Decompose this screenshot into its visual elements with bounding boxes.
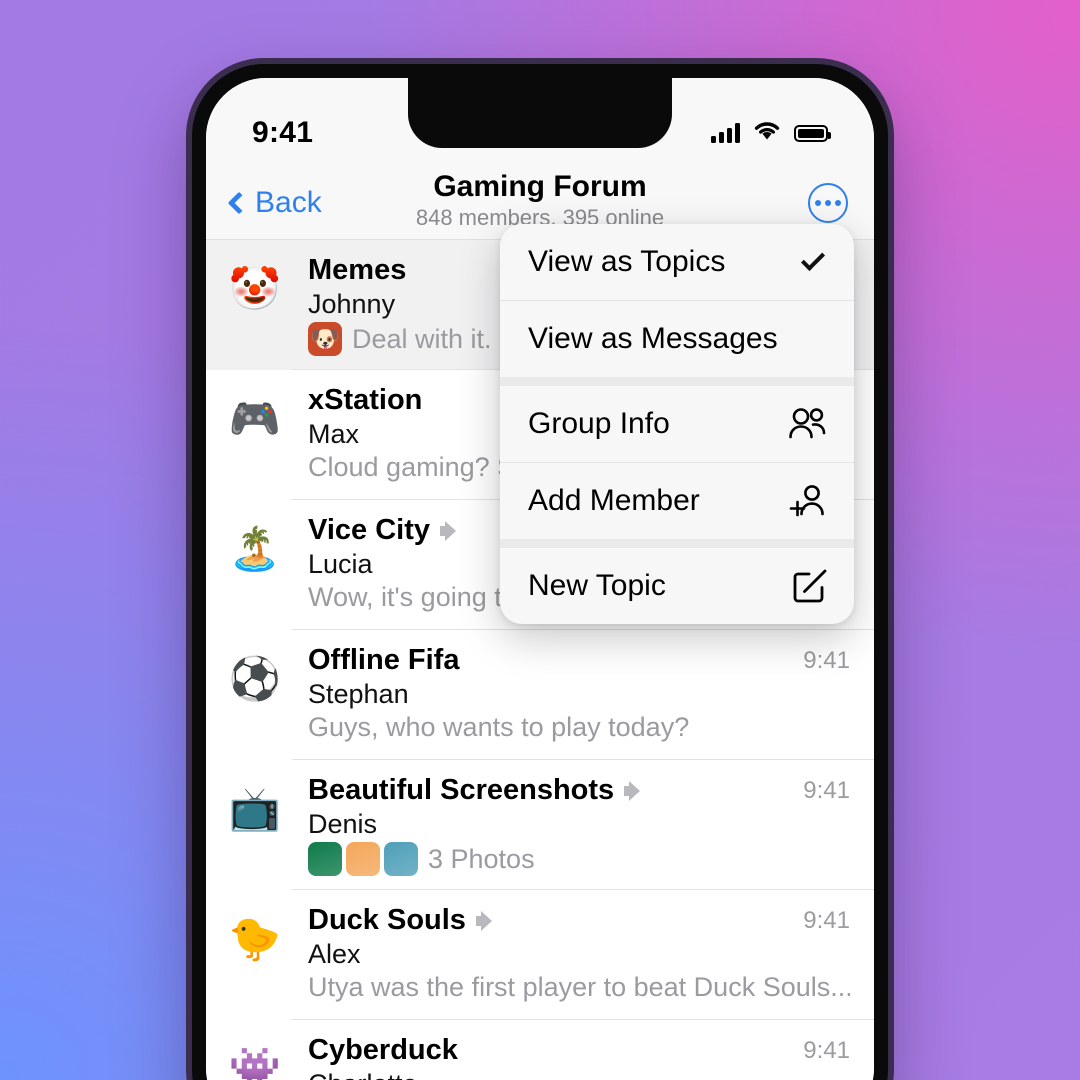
chat-list-row[interactable]: 📺 Beautiful Screenshots 9:41 Denis 3 Photos: [206, 760, 874, 890]
back-button[interactable]: Back: [227, 185, 322, 220]
chat-row-topline: Beautiful Screenshots 9:41: [308, 774, 850, 807]
chat-row-preview-text: Wow, it's going to: [308, 582, 517, 612]
chat-row-preview-text: Deal with it.: [352, 323, 492, 354]
menu-group-gap: [500, 539, 854, 548]
chat-list-row[interactable]: 🐤 Duck Souls 9:41 Alex Utya was the first pl…: [206, 890, 874, 1020]
menu-group-gap: [500, 377, 854, 386]
chat-row-body: Duck Souls 9:41 Alex Utya was the first pla…: [286, 904, 850, 1003]
chat-list-row[interactable]: ⚽ Offline Fifa 9:41 Stephan Guys, who wants …: [206, 630, 874, 760]
back-button-label: Back: [255, 185, 322, 219]
preview-thumbnail: 🐶: [308, 322, 342, 356]
chat-row-preview: 3 Photos: [308, 842, 850, 876]
chat-row-title: Offline Fifa: [308, 644, 460, 676]
chevron-left-icon: [227, 191, 251, 214]
chat-row-topline: Duck Souls 9:41: [308, 904, 850, 937]
photo-thumbnail: [346, 842, 380, 876]
menu-item-label: Group Info: [528, 407, 670, 440]
chat-list-row[interactable]: 👾 Cyberduck 9:41 Charlotte: [206, 1020, 874, 1080]
chat-row-avatar-emoji: 🎮: [228, 394, 282, 443]
phone-screen: 9:41 Back Gaming Forum 848 members, 395 …: [206, 78, 874, 1080]
chat-row-title: Memes: [308, 254, 407, 286]
phone-bezel: 9:41 Back Gaming Forum 848 members, 395 …: [192, 64, 888, 1080]
context-menu: View as Topics View as Messages Group Info…: [500, 224, 854, 624]
chat-row-topline: Cyberduck 9:41: [308, 1034, 850, 1067]
chat-row-topline: Offline Fifa 9:41: [308, 644, 850, 677]
wifi-icon: [753, 120, 781, 146]
menu-item-new-topic[interactable]: New Topic: [500, 548, 854, 624]
menu-item-label: New Topic: [528, 569, 666, 602]
chat-row-avatar-emoji: 🏝️: [228, 524, 282, 573]
chat-row-sender: Stephan: [308, 679, 409, 709]
more-ellipsis-icon[interactable]: [808, 182, 848, 223]
chat-row-avatar-emoji: 🤡: [228, 264, 282, 313]
chat-row-title: Vice City: [308, 514, 430, 546]
people-icon: [788, 407, 828, 441]
chat-row-preview-text: Cloud gaming? Se: [308, 452, 531, 482]
chat-row-title: Beautiful Screenshots: [308, 774, 615, 806]
muted-icon: [475, 910, 498, 931]
menu-item-view-as-topics[interactable]: View as Topics: [500, 224, 854, 300]
chat-row-sender: Denis: [308, 809, 378, 839]
chat-row-preview: Guys, who wants to play today?: [308, 712, 850, 743]
photo-thumbnail: [384, 842, 418, 876]
chat-row-title: Cyberduck: [308, 1034, 458, 1066]
chat-row-body: Cyberduck 9:41 Charlotte: [286, 1034, 850, 1080]
menu-item-add-member[interactable]: Add Member: [500, 463, 854, 539]
chat-row-timestamp: 9:41: [803, 906, 850, 934]
photo-thumbnail-strip: [308, 842, 418, 876]
compose-pencil-icon: [792, 568, 828, 604]
cellular-signal-icon: [711, 123, 740, 143]
chat-row-avatar-emoji: 🐤: [228, 914, 282, 963]
menu-item-trailing: [788, 484, 828, 518]
muted-icon: [624, 780, 646, 801]
chat-row-title: Duck Souls: [308, 904, 466, 936]
chat-row-preview: Utya was the first player to beat Duck S…: [308, 972, 850, 1003]
person-add-icon: [788, 484, 828, 518]
check-icon: [800, 246, 826, 272]
chat-row-preview-text: Utya was the first player to beat Duck S…: [308, 972, 850, 1002]
menu-item-label: View as Messages: [528, 322, 778, 355]
menu-item-trailing: [800, 246, 828, 272]
chat-row-avatar-emoji: 👾: [228, 1044, 282, 1080]
status-bar-indicators: [711, 120, 831, 146]
phone-frame: 9:41 Back Gaming Forum 848 members, 395 …: [186, 58, 894, 1080]
chat-row-body: Offline Fifa 9:41 Stephan Guys, who wants t…: [286, 644, 850, 743]
chat-row-body: Beautiful Screenshots 9:41 Denis 3 Photos: [286, 774, 850, 876]
chat-row-sender: Charlotte: [308, 1069, 850, 1080]
chat-row-timestamp: 9:41: [803, 1036, 850, 1064]
phone-notch: [408, 78, 672, 148]
chat-row-timestamp: 9:41: [803, 776, 850, 804]
menu-item-view-as-messages[interactable]: View as Messages: [500, 301, 854, 377]
chat-row-sender: Alex: [308, 939, 361, 969]
chat-row-preview-text: 3 Photos: [428, 843, 535, 874]
menu-item-label: View as Topics: [528, 245, 726, 278]
chat-row-timestamp: 9:41: [803, 646, 850, 674]
menu-item-group-info[interactable]: Group Info: [500, 386, 854, 462]
status-bar-time: 9:41: [252, 116, 314, 149]
chat-row-avatar-emoji: ⚽: [228, 654, 282, 703]
menu-item-label: Add Member: [528, 484, 700, 517]
photo-thumbnail: [308, 842, 342, 876]
muted-icon: [439, 520, 462, 541]
chat-row-preview-text: Guys, who wants to play today?: [308, 712, 690, 742]
menu-item-trailing: [788, 407, 828, 441]
battery-full-icon: [794, 124, 831, 142]
chat-row-avatar-emoji: 📺: [228, 784, 282, 833]
menu-item-trailing: [792, 568, 828, 604]
chat-row-title: xStation: [308, 384, 423, 416]
